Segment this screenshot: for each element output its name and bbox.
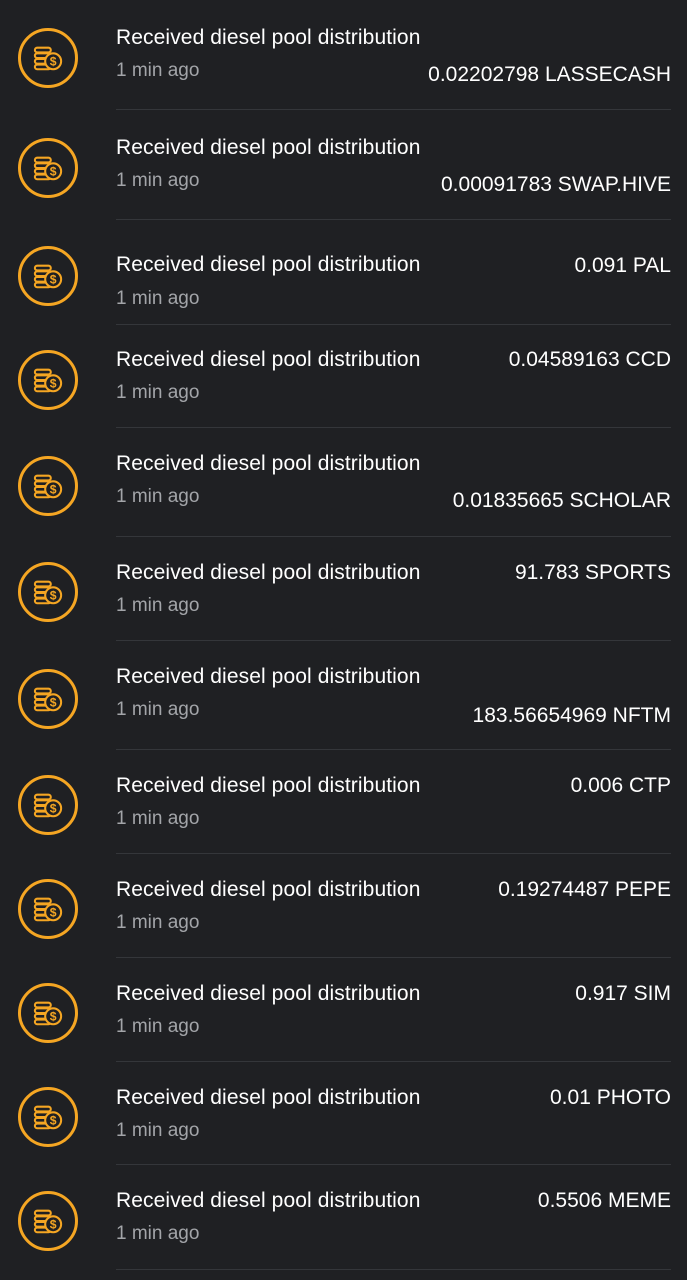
transaction-time: 1 min ago — [116, 1223, 200, 1244]
transaction-time: 1 min ago — [116, 486, 200, 507]
transaction-title: Received diesel pool distribution — [116, 452, 421, 475]
transaction-title: Received diesel pool distribution — [116, 982, 421, 1005]
coins-dollar-icon — [18, 775, 78, 835]
transaction-amount: 0.01 PHOTO — [550, 1086, 671, 1109]
transaction-amount: 0.01835665 SCHOLAR — [452, 489, 671, 512]
transaction-time: 1 min ago — [116, 170, 200, 191]
transaction-amount: 0.917 SIM — [575, 982, 671, 1005]
transaction-amount: 0.19274487 PEPE — [498, 878, 671, 901]
coins-dollar-icon — [18, 245, 78, 306]
transaction-title: Received diesel pool distribution — [116, 26, 421, 49]
transaction-time: 1 min ago — [116, 912, 200, 933]
transaction-row[interactable]: Received diesel pool distribution 1 min a… — [0, 537, 687, 641]
coins-dollar-icon — [18, 983, 78, 1043]
row-divider — [116, 1269, 671, 1270]
transaction-row[interactable]: Received diesel pool distribution 1 min a… — [0, 1062, 687, 1165]
coins-dollar-icon — [18, 1086, 78, 1147]
coins-dollar-icon — [18, 668, 78, 729]
transaction-time: 1 min ago — [116, 382, 200, 403]
transaction-title: Received diesel pool distribution — [116, 1189, 421, 1212]
transaction-row[interactable]: Received diesel pool distribution 1 min a… — [0, 428, 687, 537]
transaction-title: Received diesel pool distribution — [116, 253, 421, 276]
coins-dollar-icon — [18, 562, 78, 622]
transaction-amount: 0.006 CTP — [570, 774, 671, 797]
transaction-title: Received diesel pool distribution — [116, 878, 421, 901]
transaction-row[interactable]: Received diesel pool distribution 1 min a… — [0, 325, 687, 428]
coins-dollar-icon — [18, 28, 78, 88]
transaction-time: 1 min ago — [116, 1120, 200, 1141]
transaction-time: 1 min ago — [116, 1016, 200, 1037]
transaction-time: 1 min ago — [116, 808, 200, 829]
transaction-row[interactable]: Received diesel pool distribution 1 min a… — [0, 220, 687, 325]
transaction-amount: 0.02202798 LASSECASH — [428, 63, 671, 86]
transaction-title: Received diesel pool distribution — [116, 665, 421, 688]
coins-dollar-icon — [18, 879, 78, 939]
transaction-title: Received diesel pool distribution — [116, 774, 421, 797]
transaction-time: 1 min ago — [116, 595, 200, 616]
transaction-time: 1 min ago — [116, 288, 200, 309]
transaction-row[interactable]: Received diesel pool distribution 1 min a… — [0, 1165, 687, 1270]
transaction-title: Received diesel pool distribution — [116, 348, 421, 371]
transaction-time: 1 min ago — [116, 60, 200, 81]
transaction-title: Received diesel pool distribution — [116, 561, 421, 584]
transaction-row[interactable]: Received diesel pool distribution 1 min a… — [0, 110, 687, 220]
transaction-amount: 0.00091783 SWAP.HIVE — [441, 173, 671, 196]
transaction-row[interactable]: Received diesel pool distribution 1 min a… — [0, 854, 687, 958]
transaction-amount: 0.5506 MEME — [537, 1189, 671, 1212]
coins-dollar-icon — [18, 138, 78, 198]
transaction-row[interactable]: Received diesel pool distribution 1 min a… — [0, 958, 687, 1062]
transaction-amount: 91.783 SPORTS — [514, 561, 671, 584]
transaction-row[interactable]: Received diesel pool distribution 1 min a… — [0, 750, 687, 854]
transaction-row[interactable]: Received diesel pool distribution 1 min a… — [0, 0, 687, 110]
transaction-amount: 0.091 PAL — [574, 254, 671, 277]
coins-dollar-icon — [18, 455, 78, 516]
transaction-title: Received diesel pool distribution — [116, 136, 421, 159]
coins-dollar-icon — [18, 1190, 78, 1251]
transaction-amount: 183.56654969 NFTM — [472, 704, 671, 727]
transaction-time: 1 min ago — [116, 699, 200, 720]
transaction-title: Received diesel pool distribution — [116, 1086, 421, 1109]
coins-dollar-icon — [18, 349, 78, 410]
transaction-row[interactable]: Received diesel pool distribution 1 min a… — [0, 641, 687, 750]
transaction-amount: 0.04589163 CCD — [508, 348, 671, 371]
